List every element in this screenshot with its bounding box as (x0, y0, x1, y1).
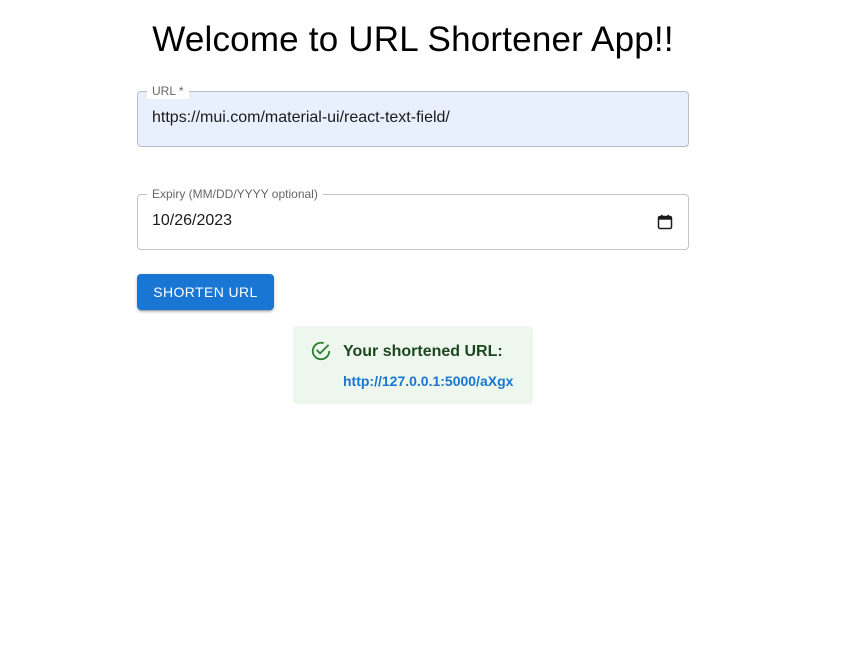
calendar-icon[interactable] (657, 214, 673, 230)
alert-title: Your shortened URL: (343, 343, 503, 360)
page: Welcome to URL Shortener App!! URL * htt… (0, 0, 845, 663)
url-field[interactable]: URL * https://mui.com/material-ui/react-… (137, 83, 689, 147)
success-alert: Your shortened URL: http://127.0.0.1:500… (293, 326, 533, 404)
check-circle-icon (311, 341, 331, 361)
expiry-field[interactable]: Expiry (MM/DD/YYYY optional) 10/26/2023 (137, 186, 689, 250)
url-field-label: URL * (147, 83, 189, 99)
shorten-url-button[interactable]: SHORTEN URL (137, 274, 274, 310)
page-title: Welcome to URL Shortener App!! (152, 20, 674, 59)
url-input[interactable]: https://mui.com/material-ui/react-text-f… (152, 108, 450, 128)
expiry-field-label: Expiry (MM/DD/YYYY optional) (147, 186, 323, 202)
shortened-url-link[interactable]: http://127.0.0.1:5000/aXgx (343, 372, 513, 390)
expiry-date-input[interactable]: 10/26/2023 (152, 211, 232, 231)
